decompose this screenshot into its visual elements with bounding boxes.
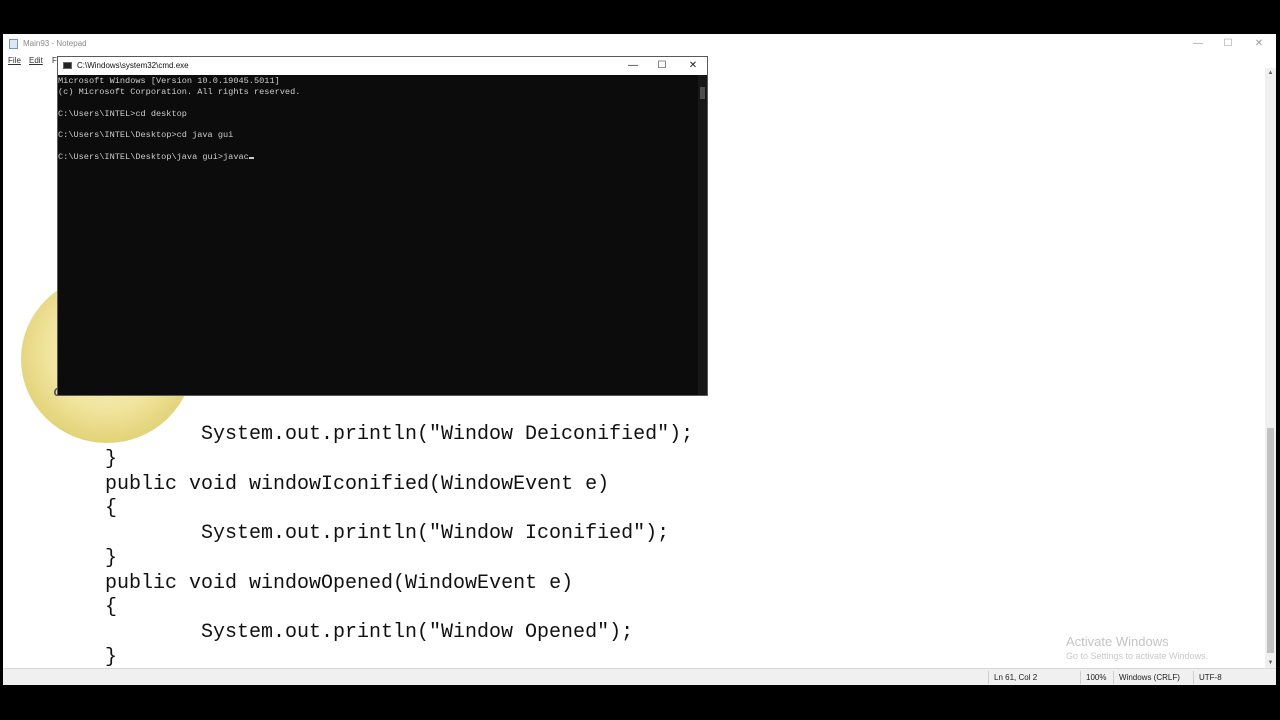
notepad-statusbar: Ln 61, Col 2 100% Windows (CRLF) UTF-8 bbox=[3, 668, 1276, 685]
status-divider bbox=[1113, 671, 1114, 684]
notepad-app-icon bbox=[9, 39, 18, 49]
terminal-line: (c) Microsoft Corporation. All rights re… bbox=[58, 87, 301, 97]
terminal-prompt: C:\Users\INTEL\Desktop\java gui>javac bbox=[58, 152, 249, 162]
code-line: System.out.println("Window Opened"); bbox=[201, 621, 634, 644]
status-divider bbox=[1080, 671, 1081, 684]
cmd-title: C:\Windows\system32\cmd.exe bbox=[77, 61, 189, 70]
cmd-scroll-thumb[interactable] bbox=[700, 87, 705, 99]
cmd-window: C:\Windows\system32\cmd.exe — ☐ ✕ Micros… bbox=[57, 56, 708, 396]
terminal-line: C:\Users\INTEL\Desktop>cd java gui bbox=[58, 130, 234, 140]
status-encoding: UTF-8 bbox=[1199, 673, 1222, 682]
text-cursor bbox=[248, 157, 254, 159]
close-icon[interactable]: ✕ bbox=[1244, 37, 1274, 51]
status-divider bbox=[988, 671, 989, 684]
scroll-thumb[interactable] bbox=[1267, 428, 1274, 653]
code-line: public void windowIconified(WindowEvent … bbox=[105, 473, 610, 496]
terminal-output[interactable]: Microsoft Windows [Version 10.0.19045.50… bbox=[58, 75, 698, 395]
code-line: } bbox=[105, 547, 118, 570]
cmd-titlebar[interactable]: C:\Windows\system32\cmd.exe — ☐ ✕ bbox=[58, 57, 707, 75]
status-line-endings: Windows (CRLF) bbox=[1119, 673, 1180, 682]
code-line: { bbox=[105, 497, 118, 520]
minimize-icon[interactable]: — bbox=[1183, 37, 1213, 51]
vertical-scrollbar[interactable]: ▲ ▼ bbox=[1265, 68, 1276, 668]
code-line: { bbox=[105, 596, 118, 619]
code-line: } bbox=[105, 646, 118, 669]
status-zoom: 100% bbox=[1086, 673, 1107, 682]
cmd-scrollbar[interactable] bbox=[698, 75, 707, 395]
activate-windows-subtitle: Go to Settings to activate Windows. bbox=[1066, 651, 1209, 661]
close-icon[interactable]: ✕ bbox=[679, 59, 707, 73]
code-line: System.out.println("Window Deiconified")… bbox=[201, 423, 694, 446]
terminal-line: C:\Users\INTEL>cd desktop bbox=[58, 109, 187, 119]
notepad-title: Main93 - Notepad bbox=[23, 39, 87, 48]
terminal-prompt-line[interactable]: C:\Users\INTEL\Desktop\java gui>javac bbox=[58, 152, 254, 163]
terminal-icon bbox=[63, 62, 72, 69]
status-position: Ln 61, Col 2 bbox=[994, 673, 1038, 682]
scroll-up-icon[interactable]: ▲ bbox=[1265, 68, 1276, 78]
menu-file[interactable]: File bbox=[8, 56, 21, 65]
code-line: public void windowOpened(WindowEvent e) bbox=[105, 572, 574, 595]
maximize-icon[interactable]: ☐ bbox=[648, 59, 676, 73]
terminal-line: Microsoft Windows [Version 10.0.19045.50… bbox=[58, 76, 280, 86]
menu-edit[interactable]: Edit bbox=[29, 56, 43, 65]
maximize-icon[interactable]: ☐ bbox=[1213, 37, 1243, 51]
minimize-icon[interactable]: — bbox=[619, 59, 647, 73]
status-divider bbox=[1193, 671, 1194, 684]
code-line: } bbox=[105, 448, 118, 471]
notepad-titlebar[interactable]: Main93 - Notepad — ☐ ✕ bbox=[3, 34, 1276, 54]
scroll-down-icon[interactable]: ▼ bbox=[1265, 658, 1276, 668]
activate-windows-title: Activate Windows bbox=[1066, 634, 1169, 649]
code-line: System.out.println("Window Iconified"); bbox=[201, 522, 670, 545]
